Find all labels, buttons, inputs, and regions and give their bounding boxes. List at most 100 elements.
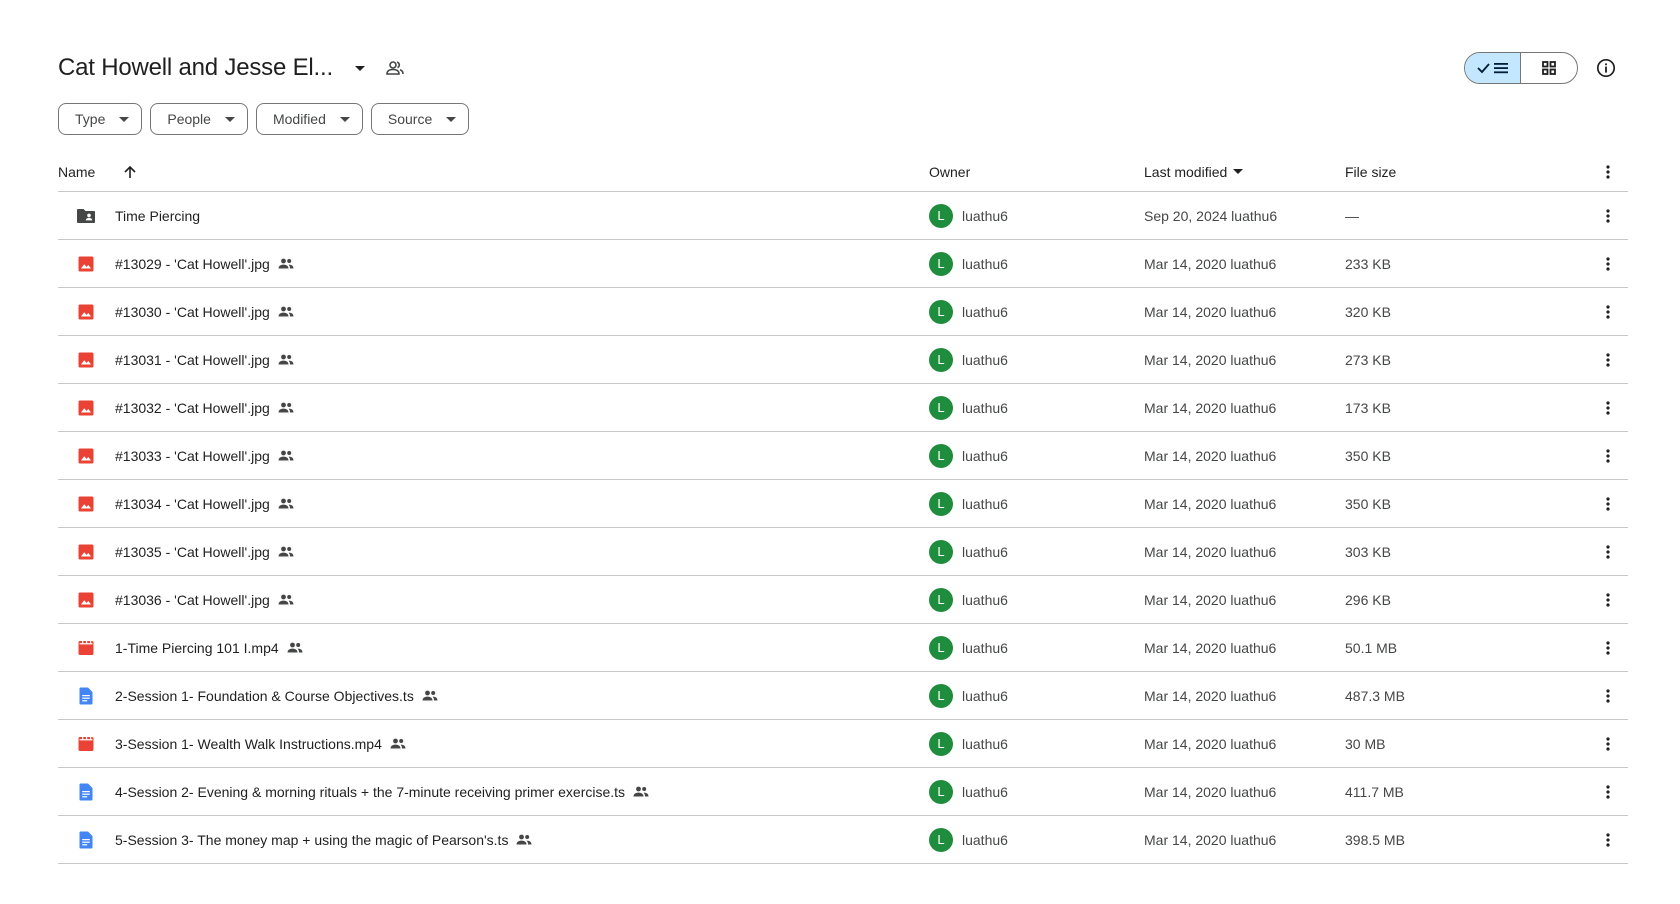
file-name[interactable]: #13032 - 'Cat Howell'.jpg [115, 400, 270, 416]
table-body: Time Piercing Lluathu6 Sep 20, 2024 luathu… [58, 192, 1628, 882]
file-name[interactable]: #13033 - 'Cat Howell'.jpg [115, 448, 270, 464]
header-actions [1464, 52, 1618, 84]
filter-source[interactable]: Source [370, 103, 470, 135]
info-icon[interactable] [1594, 56, 1618, 80]
file-size: 296 KB [1345, 591, 1391, 608]
file-name[interactable]: #13036 - 'Cat Howell'.jpg [115, 592, 270, 608]
table-row[interactable]: 3-Session 1- Wealth Walk Instructions.mp… [58, 720, 1628, 768]
name-cell: #13032 - 'Cat Howell'.jpg [58, 398, 929, 418]
file-name[interactable]: #13030 - 'Cat Howell'.jpg [115, 304, 270, 320]
file-name[interactable]: #13035 - 'Cat Howell'.jpg [115, 544, 270, 560]
table-row[interactable]: #13034 - 'Cat Howell'.jpg Lluathu6 Mar 14,… [58, 480, 1628, 528]
owner-column-header[interactable]: Owner [929, 164, 1144, 180]
avatar: L [929, 779, 953, 804]
modified-cell: Mar 14, 2020 luathu6 [1144, 784, 1345, 800]
video-file-icon [76, 638, 96, 658]
more-vert-icon[interactable] [1596, 204, 1620, 228]
size-column-header[interactable]: File size [1345, 164, 1588, 180]
file-name[interactable]: Time Piercing [115, 208, 200, 224]
image-file-icon [76, 494, 96, 514]
file-name[interactable]: 4-Session 2- Evening & morning rituals +… [115, 784, 625, 800]
file-size: 411.7 MB [1345, 783, 1404, 800]
more-vert-icon[interactable] [1596, 732, 1620, 756]
more-vert-icon[interactable] [1596, 588, 1620, 612]
file-name[interactable]: #13031 - 'Cat Howell'.jpg [115, 352, 270, 368]
modified-text: Mar 14, 2020 luathu6 [1144, 495, 1277, 512]
filter-type[interactable]: Type [58, 103, 143, 135]
file-name[interactable]: 2-Session 1- Foundation & Course Objecti… [115, 688, 414, 704]
name-cell: #13031 - 'Cat Howell'.jpg [58, 350, 929, 370]
document-file-icon [76, 686, 96, 706]
file-size: 50.1 MB [1345, 639, 1398, 656]
more-vert-icon[interactable] [1596, 396, 1620, 420]
file-name[interactable]: 5-Session 3- The money map + using the m… [115, 832, 508, 848]
avatar: L [929, 347, 953, 372]
modified-text: Mar 14, 2020 luathu6 [1144, 399, 1277, 416]
name-cell: Time Piercing [58, 206, 929, 226]
shared-icon [278, 447, 296, 465]
modified-cell: Mar 14, 2020 luathu6 [1144, 496, 1345, 512]
modified-column-header[interactable]: Last modified [1144, 164, 1345, 180]
more-vert-icon[interactable] [1596, 444, 1620, 468]
arrow-drop-down-icon[interactable] [349, 57, 371, 79]
avatar: L [929, 251, 953, 276]
arrow-upward-icon[interactable] [123, 163, 141, 181]
table-row[interactable]: #13030 - 'Cat Howell'.jpg Lluathu6 Mar 14,… [58, 288, 1628, 336]
modified-text: Mar 14, 2020 luathu6 [1144, 351, 1277, 368]
filter-people[interactable]: People [150, 103, 248, 135]
grid-view-button[interactable] [1521, 53, 1577, 83]
people-outline-icon[interactable] [383, 56, 407, 80]
more-vert-icon[interactable] [1596, 636, 1620, 660]
folder-title[interactable]: Cat Howell and Jesse El... [58, 54, 333, 82]
table-row[interactable]: #13035 - 'Cat Howell'.jpg Lluathu6 Mar 14,… [58, 528, 1628, 576]
more-vert-icon[interactable] [1596, 780, 1620, 804]
modified-text: Mar 14, 2020 luathu6 [1144, 639, 1277, 656]
row-actions [1588, 300, 1628, 324]
size-cell: 350 KB [1345, 448, 1588, 464]
filter-modified[interactable]: Modified [255, 103, 363, 135]
size-cell: 273 KB [1345, 352, 1588, 368]
more-vert-icon[interactable] [1596, 684, 1620, 708]
name-column-header[interactable]: Name [58, 163, 929, 181]
arrow-drop-down-icon[interactable] [1233, 169, 1244, 174]
modified-cell: Mar 14, 2020 luathu6 [1144, 304, 1345, 320]
more-vert-icon[interactable] [1588, 164, 1628, 179]
list-view-button[interactable] [1465, 53, 1521, 83]
arrow-drop-down-icon [339, 116, 350, 122]
file-name[interactable]: 1-Time Piercing 101 I.mp4 [115, 640, 279, 656]
table-row[interactable]: 2-Session 1- Foundation & Course Objecti… [58, 672, 1628, 720]
modified-text: Mar 14, 2020 luathu6 [1144, 255, 1277, 272]
row-actions [1588, 204, 1628, 228]
file-name[interactable]: #13034 - 'Cat Howell'.jpg [115, 496, 270, 512]
table-row[interactable]: #13036 - 'Cat Howell'.jpg Lluathu6 Mar 14,… [58, 576, 1628, 624]
file-size: 350 KB [1345, 495, 1391, 512]
table-row[interactable]: Time Piercing Lluathu6 Sep 20, 2024 luathu… [58, 192, 1628, 240]
table-row[interactable]: #13031 - 'Cat Howell'.jpg Lluathu6 Mar 14,… [58, 336, 1628, 384]
size-cell: 398.5 MB [1345, 832, 1588, 848]
row-actions [1588, 684, 1628, 708]
modified-cell: Mar 14, 2020 luathu6 [1144, 448, 1345, 464]
table-row[interactable]: #13029 - 'Cat Howell'.jpg Lluathu6 Mar 14,… [58, 240, 1628, 288]
table-row[interactable]: 5-Session 3- The money map + using the m… [58, 816, 1628, 864]
file-size: — [1345, 207, 1359, 224]
table-row[interactable]: #13032 - 'Cat Howell'.jpg Lluathu6 Mar 14,… [58, 384, 1628, 432]
file-name[interactable]: #13029 - 'Cat Howell'.jpg [115, 256, 270, 272]
size-cell: 173 KB [1345, 400, 1588, 416]
avatar: L [929, 827, 953, 852]
document-file-icon [76, 782, 96, 802]
more-vert-icon[interactable] [1596, 300, 1620, 324]
file-size: 233 KB [1345, 255, 1391, 272]
owner-cell: Lluathu6 [929, 539, 1144, 564]
table-row[interactable]: 1-Time Piercing 101 I.mp4 Lluathu6 Mar 14,… [58, 624, 1628, 672]
more-vert-icon[interactable] [1596, 348, 1620, 372]
file-name[interactable]: 3-Session 1- Wealth Walk Instructions.mp… [115, 736, 382, 752]
more-vert-icon[interactable] [1596, 252, 1620, 276]
shared-folder-icon [76, 206, 96, 226]
table-row[interactable]: 4-Session 2- Evening & morning rituals +… [58, 768, 1628, 816]
more-vert-icon[interactable] [1596, 828, 1620, 852]
owner-cell: Lluathu6 [929, 779, 1144, 804]
more-vert-icon[interactable] [1596, 540, 1620, 564]
more-vert-icon[interactable] [1596, 492, 1620, 516]
table-row[interactable]: #13033 - 'Cat Howell'.jpg Lluathu6 Mar 14,… [58, 432, 1628, 480]
file-table: Name Owner Last modified File size Time … [58, 152, 1628, 882]
